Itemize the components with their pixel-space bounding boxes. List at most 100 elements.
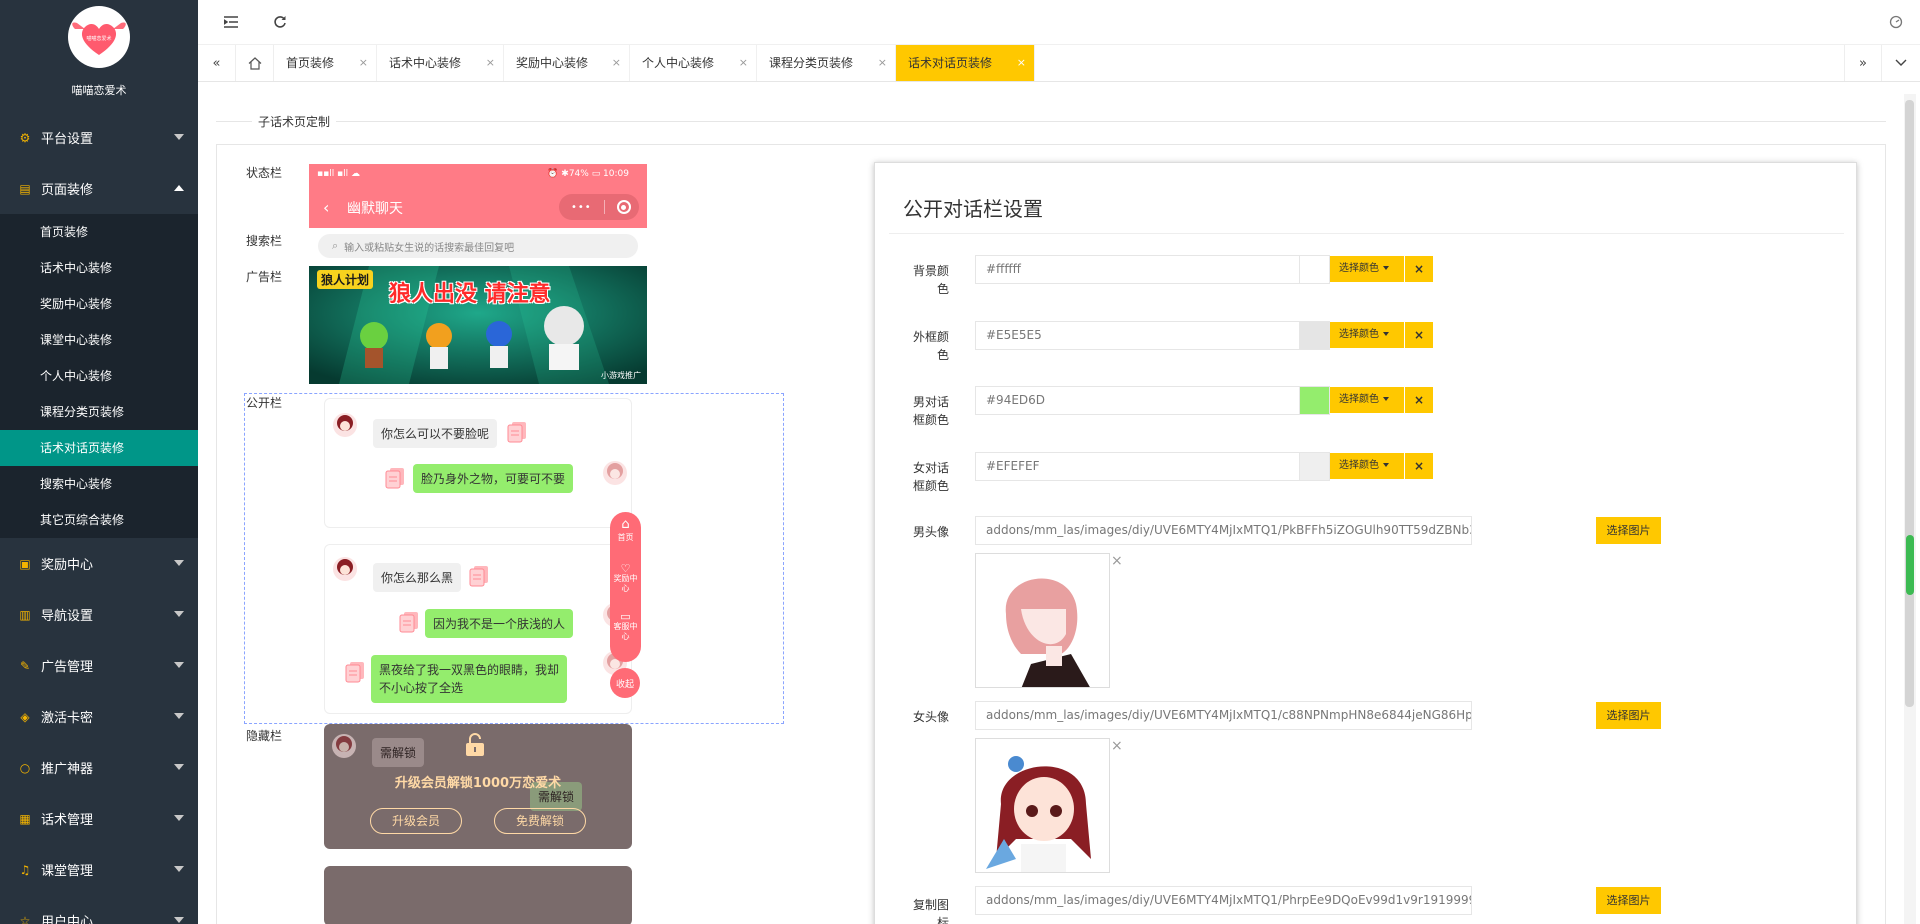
label-status-bar: 状态栏 (246, 166, 283, 180)
tab-reward-center[interactable]: 奖励中心装修 × (504, 45, 630, 81)
tab-course-category[interactable]: 课程分类页装修 × (757, 45, 896, 81)
refresh-icon[interactable] (272, 14, 288, 30)
home-icon: ⌂ (621, 517, 630, 532)
male-bubble-color-clear-button[interactable]: × (1405, 387, 1433, 413)
home-tab-icon[interactable] (236, 45, 274, 81)
chevron-down-icon (174, 866, 184, 872)
nav-group-activation[interactable]: ◈ 激活卡密 (0, 691, 198, 742)
bg-color-pick-button[interactable]: 选择颜色 (1330, 256, 1404, 282)
float-nav-service[interactable]: ▭ 客服中心 (613, 611, 638, 642)
border-color-clear-button[interactable]: × (1405, 322, 1433, 348)
sidebar-item-search-center[interactable]: 搜索中心装修 (0, 466, 198, 502)
phone-status-bar[interactable]: ▪▪ll ▪ll ☁ ⏰ ✱74% ▭ 10:09 (309, 164, 647, 186)
nav-group-classroom[interactable]: ♫ 课堂管理 (0, 844, 198, 895)
float-nav-reward[interactable]: ♡ 奖励中心 (613, 563, 638, 594)
nav-group-users[interactable]: ☆ 用户中心 (0, 895, 198, 924)
chevron-down-icon (174, 611, 184, 617)
nav-group-ads[interactable]: ✎ 广告管理 (0, 640, 198, 691)
tab-label: 话术中心装修 (389, 56, 462, 70)
lock-icon (462, 732, 488, 758)
bg-color-clear-button[interactable]: × (1405, 256, 1433, 282)
female-avatar-input[interactable]: addons/mm_las/images/diy/UVE6MTY4MjIxMTQ… (975, 701, 1472, 730)
back-icon[interactable]: ‹ (323, 198, 329, 217)
close-icon[interactable]: × (739, 45, 748, 81)
capsule-menu[interactable]: ••• (559, 194, 639, 220)
sidebar-item-reward-center[interactable]: 奖励中心装修 (0, 286, 198, 322)
bg-color-input[interactable]: #ffffff (975, 255, 1302, 284)
sidebar-item-home-decor[interactable]: 首页装修 (0, 214, 198, 250)
search-placeholder: 输入或粘贴女生说的话搜索最佳回复吧 (344, 242, 515, 254)
close-icon[interactable]: × (1111, 553, 1123, 569)
gear-icon: ⚙ (19, 130, 31, 145)
free-unlock-button[interactable]: 免费解锁 (494, 808, 586, 834)
collapse-button[interactable]: 收起 (610, 668, 640, 698)
close-icon[interactable]: × (612, 45, 621, 81)
border-color-input[interactable]: #E5E5E5 (975, 321, 1302, 350)
tab-script-center[interactable]: 话术中心装修 × (377, 45, 504, 81)
menu-toggle-icon[interactable] (223, 14, 239, 30)
nav-group-platform[interactable]: ⚙ 平台设置 (0, 112, 198, 163)
male-avatar-input[interactable]: addons/mm_las/images/diy/UVE6MTY4MjIxMTQ… (975, 516, 1472, 545)
copy-icon[interactable] (399, 611, 419, 633)
nav-group-reward[interactable]: ▣ 奖励中心 (0, 538, 198, 589)
search-input[interactable]: ⌕ 输入或粘贴女生说的话搜索最佳回复吧 (318, 234, 638, 258)
sidebar-item-personal-center[interactable]: 个人中心装修 (0, 358, 198, 394)
sidebar-item-class-center[interactable]: 课堂中心装修 (0, 322, 198, 358)
unlock-title: 升级会员解锁1000万恋爱术 (394, 776, 562, 791)
border-color-swatch (1299, 321, 1330, 350)
close-icon[interactable]: × (359, 45, 368, 81)
female-avatar (333, 413, 357, 437)
nav-group-promotion[interactable]: ○ 推广神器 (0, 742, 198, 793)
copy-icon-pick-button[interactable]: 选择图片 (1596, 887, 1661, 914)
label-public-bar: 公开栏 (246, 396, 283, 410)
capsule-divider (603, 200, 605, 214)
female-avatar-pick-button[interactable]: 选择图片 (1596, 702, 1661, 729)
float-nav-home[interactable]: ⌂ 首页 (610, 518, 641, 543)
male-avatar-pick-button[interactable]: 选择图片 (1596, 517, 1661, 544)
close-icon[interactable]: × (1017, 45, 1026, 81)
tabs-menu-icon[interactable] (1882, 45, 1920, 81)
female-bubble-color-clear-button[interactable]: × (1405, 453, 1433, 479)
sidebar-item-script-center[interactable]: 话术中心装修 (0, 250, 198, 286)
scrollbar-thumb[interactable] (1905, 100, 1914, 707)
copy-icon[interactable] (507, 421, 527, 443)
tab-personal-center[interactable]: 个人中心装修 × (630, 45, 757, 81)
sidebar: 喵喵恋爱术 喵喵恋爱术 ⚙ 平台设置 ▤ 页面装修 首页装修 话术中心装修 奖励… (0, 0, 198, 924)
sidebar-item-other-pages[interactable]: 其它页综合装修 (0, 502, 198, 538)
float-nav-label: 首页 (617, 533, 634, 542)
copy-icon[interactable] (385, 467, 405, 489)
border-color-pick-button[interactable]: 选择颜色 (1330, 322, 1404, 348)
nav-group-label: 奖励中心 (41, 558, 94, 573)
close-icon[interactable]: × (878, 45, 887, 81)
upgrade-vip-button[interactable]: 升级会员 (370, 808, 462, 834)
close-icon[interactable]: × (486, 45, 495, 81)
chevron-down-icon (174, 134, 184, 140)
tabs-prev-icon[interactable]: « (198, 45, 236, 81)
tab-label: 个人中心装修 (642, 56, 715, 70)
sidebar-item-dialog-page[interactable]: 话术对话页装修 (0, 430, 198, 466)
tab-dialog-page[interactable]: 话术对话页装修 × (896, 45, 1035, 81)
male-avatar-thumb (975, 553, 1110, 688)
copy-icon[interactable] (469, 565, 489, 587)
sidebar-nav: ⚙ 平台设置 ▤ 页面装修 首页装修 话术中心装修 奖励中心装修 课堂中心装修 … (0, 112, 198, 924)
male-bubble-color-swatch (1299, 386, 1330, 415)
female-bubble-color-input[interactable]: #EFEFEF (975, 452, 1302, 481)
ad-banner[interactable]: 狼人计划 狼人出没 请注意 小游戏推广 (309, 266, 647, 384)
close-icon[interactable]: × (1111, 738, 1123, 754)
copy-icon[interactable] (345, 661, 365, 683)
chevron-down-icon (174, 713, 184, 719)
nav-group-navigation[interactable]: ▥ 导航设置 (0, 589, 198, 640)
hidden-card (324, 866, 632, 924)
male-bubble-color-input[interactable]: #94ED6D (975, 386, 1302, 415)
nav-group-scripts[interactable]: ▦ 话术管理 (0, 793, 198, 844)
nav-group-label: 页面装修 (41, 183, 94, 198)
tabs-next-icon[interactable]: » (1844, 45, 1882, 81)
theme-icon[interactable] (1888, 14, 1904, 30)
copy-icon-input[interactable]: addons/mm_las/images/diy/UVE6MTY4MjIxMTQ… (975, 886, 1472, 915)
female-bubble-color-pick-button[interactable]: 选择颜色 (1330, 453, 1404, 479)
male-bubble-color-pick-button[interactable]: 选择颜色 (1330, 387, 1404, 413)
tab-home-decor[interactable]: 首页装修 × (274, 45, 377, 81)
sidebar-item-course-category[interactable]: 课程分类页装修 (0, 394, 198, 430)
nav-group-page-decor[interactable]: ▤ 页面装修 (0, 163, 198, 214)
chevron-down-icon (174, 662, 184, 668)
